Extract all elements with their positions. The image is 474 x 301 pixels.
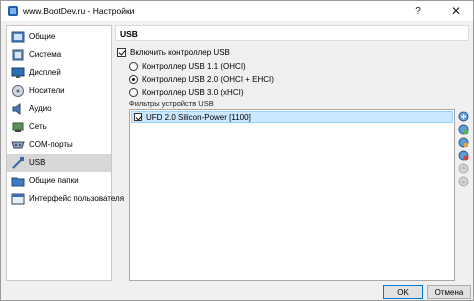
sidebar-item-label: Аудио <box>29 104 52 113</box>
checkbox-box[interactable] <box>117 47 126 57</box>
sidebar-item-label: Дисплей <box>29 68 61 77</box>
move-up-icon[interactable] <box>458 163 469 174</box>
sidebar-item-label: Общие папки <box>29 176 79 185</box>
ok-button[interactable]: OK <box>383 285 423 299</box>
radio-label: Контроллер USB 2.0 (OHCI + EHCI) <box>142 74 274 84</box>
sidebar-item-label: Носители <box>29 86 65 95</box>
user-interface-icon <box>11 193 25 205</box>
usb-settings-panel: USB Включить контроллер USB Контроллер U… <box>115 25 471 281</box>
edit-filter-icon[interactable] <box>458 137 469 148</box>
add-device-filter-icon[interactable] <box>458 124 469 135</box>
sidebar-item-audio[interactable]: Аудио <box>7 100 111 118</box>
sidebar-item-shared-folders[interactable]: Общие папки <box>7 172 111 190</box>
sidebar-item-display[interactable]: Дисплей <box>7 64 111 82</box>
audio-icon <box>12 103 21 115</box>
sidebar-item-user-interface[interactable]: Интерфейс пользователя <box>7 190 124 208</box>
radio-circle[interactable] <box>129 61 138 71</box>
sidebar-item-general[interactable]: Общие <box>7 28 111 46</box>
usb-filters-list[interactable]: UFD 2.0 Silicon-Power [1100] <box>129 109 455 281</box>
usb-1-1-radio[interactable]: Контроллер USB 1.1 (OHCI) <box>129 60 246 72</box>
enable-usb-controller-checkbox[interactable]: Включить контроллер USB <box>117 46 230 58</box>
sidebar-item-storage[interactable]: Носители <box>7 82 111 100</box>
usb-3-0-radio[interactable]: Контроллер USB 3.0 (xHCI) <box>129 86 244 98</box>
network-icon <box>12 122 24 132</box>
filter-checkbox[interactable] <box>134 113 142 121</box>
help-button[interactable]: ? <box>403 1 433 21</box>
serial-ports-icon <box>11 141 25 149</box>
radio-circle[interactable] <box>129 87 138 97</box>
radio-label: Контроллер USB 1.1 (OHCI) <box>142 61 246 71</box>
virtualbox-app-icon <box>8 6 18 16</box>
sidebar-item-label: Система <box>29 50 62 59</box>
radio-label: Контроллер USB 3.0 (xHCI) <box>142 87 244 97</box>
section-title: USB <box>120 29 138 39</box>
sidebar-item-system[interactable]: Система <box>7 46 111 64</box>
usb-filters-label: Фильтры устройств USB <box>129 99 214 108</box>
settings-sidebar: Общие Система Дисплей Носители Аудио Сет… <box>6 25 124 281</box>
usb-2-0-radio[interactable]: Контроллер USB 2.0 (OHCI + EHCI) <box>129 73 274 85</box>
cancel-button[interactable]: Отмена <box>427 285 471 299</box>
sidebar-item-label: Общие <box>29 32 56 41</box>
section-header: USB <box>115 25 469 41</box>
title-bar: www.BootDev.ru - Настройки ? ✕ <box>1 1 473 21</box>
sidebar-item-serial-ports[interactable]: COM-порты <box>7 136 111 154</box>
move-down-icon[interactable] <box>458 176 469 187</box>
window-title: www.BootDev.ru - Настройки <box>23 6 135 16</box>
shared-folders-icon <box>11 177 25 187</box>
close-button[interactable]: ✕ <box>441 1 471 21</box>
sidebar-item-usb[interactable]: USB <box>7 154 111 172</box>
remove-filter-icon[interactable] <box>458 150 469 161</box>
usb-icon <box>12 157 24 169</box>
general-icon <box>11 31 25 43</box>
storage-icon <box>12 85 24 97</box>
settings-window: www.BootDev.ru - Настройки ? ✕ Общие Сис… <box>0 0 474 301</box>
radio-circle[interactable] <box>129 74 138 84</box>
filter-label: UFD 2.0 Silicon-Power [1100] <box>146 112 251 122</box>
list-item[interactable]: UFD 2.0 Silicon-Power [1100] <box>131 111 453 123</box>
display-icon <box>11 67 25 78</box>
add-empty-filter-icon[interactable] <box>458 111 469 122</box>
system-icon <box>12 49 24 61</box>
sidebar-item-label: COM-порты <box>29 140 73 149</box>
sidebar-item-network[interactable]: Сеть <box>7 118 111 136</box>
sidebar-item-label: Интерфейс пользователя <box>29 194 125 203</box>
sidebar-item-label: USB <box>29 158 46 167</box>
checkbox-label: Включить контроллер USB <box>130 47 230 57</box>
sidebar-item-label: Сеть <box>29 122 47 131</box>
